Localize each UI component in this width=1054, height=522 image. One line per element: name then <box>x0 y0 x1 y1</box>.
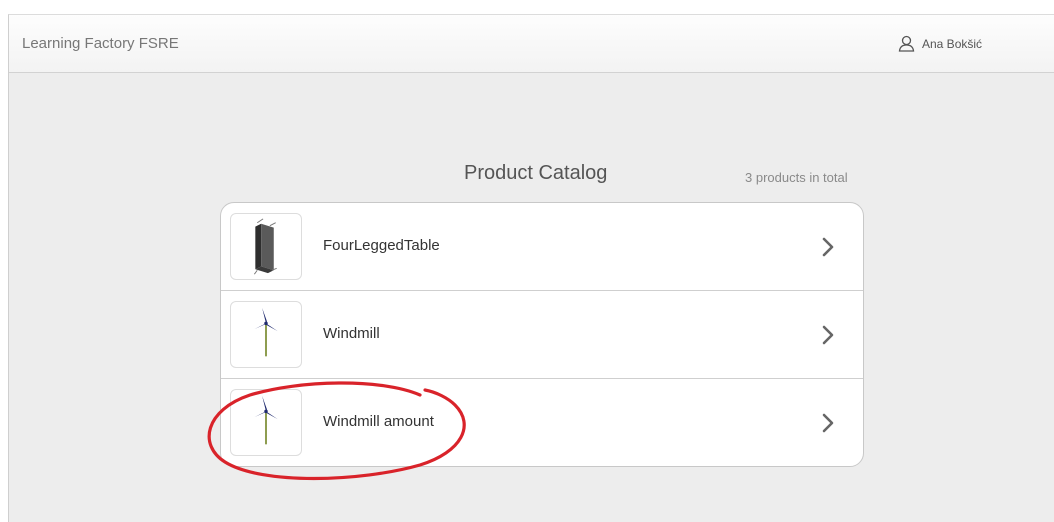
user-menu[interactable]: Ana Bokšić <box>898 35 982 52</box>
chevron-right-icon[interactable] <box>821 236 835 258</box>
product-thumbnail <box>230 213 302 280</box>
product-name: Windmill amount <box>323 413 434 430</box>
product-thumbnail <box>230 389 302 456</box>
product-thumbnail <box>230 301 302 368</box>
product-row-windmill-amount[interactable]: Windmill amount <box>221 379 863 466</box>
user-icon <box>898 35 915 52</box>
catalog-title: Product Catalog <box>464 162 608 184</box>
brand-title[interactable]: Learning Factory FSRE <box>22 35 179 52</box>
top-navbar: Learning Factory FSRE Ana Bokšić <box>9 15 1054 73</box>
app-window: Learning Factory FSRE Ana Bokšić Product… <box>8 14 1054 522</box>
product-list: FourLeggedTable Windmill Windmill amount <box>220 202 864 467</box>
windmill-model-icon <box>254 395 278 445</box>
chevron-right-icon[interactable] <box>821 324 835 346</box>
product-row-windmill[interactable]: Windmill <box>221 291 863 379</box>
product-name: FourLeggedTable <box>323 237 440 254</box>
user-name: Ana Bokšić <box>922 36 983 51</box>
product-count: 3 products in total <box>745 170 848 185</box>
product-row-fourleggedtable[interactable]: FourLeggedTable <box>221 203 863 291</box>
screenshot-frame: Learning Factory FSRE Ana Bokšić Product… <box>0 0 1054 522</box>
product-name: Windmill <box>323 325 380 342</box>
top-margin <box>0 0 1054 14</box>
table-model-icon <box>253 218 277 275</box>
chevron-right-icon[interactable] <box>821 412 835 434</box>
windmill-model-icon <box>254 307 278 357</box>
